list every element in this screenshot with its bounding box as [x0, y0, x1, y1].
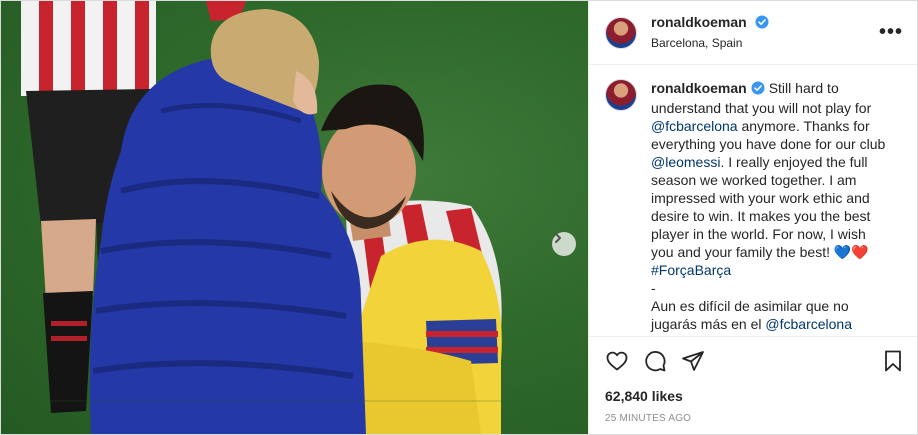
photo-illustration — [1, 1, 588, 434]
post-header: ronaldkoeman Barcelona, Spain ••• — [589, 1, 917, 65]
mention-fcbarcelona[interactable]: @fcbarcelona — [651, 118, 738, 134]
mention-fcbarcelona-2[interactable]: @fcbarcelona — [765, 316, 852, 332]
save-bookmark-icon[interactable] — [881, 349, 905, 373]
verified-badge-icon — [755, 15, 769, 34]
like-heart-icon[interactable] — [605, 349, 629, 373]
avatar[interactable] — [605, 16, 637, 49]
username-link[interactable]: ronaldkoeman — [651, 14, 747, 30]
caption-separator: - — [651, 280, 656, 296]
post-sidebar: ronaldkoeman Barcelona, Spain ••• ronald… — [588, 1, 917, 434]
blue-heart-emoji: 💙 — [833, 244, 852, 260]
instagram-post: ronaldkoeman Barcelona, Spain ••• ronald… — [0, 0, 918, 435]
more-options-icon[interactable]: ••• — [879, 21, 903, 44]
next-image-button[interactable] — [552, 232, 576, 256]
caption-text: ronaldkoeman Still hard to understand tha… — [651, 79, 891, 336]
comment-icon[interactable] — [643, 349, 667, 373]
verified-badge-icon — [751, 81, 765, 99]
share-icon[interactable] — [681, 349, 705, 373]
header-text: ronaldkoeman Barcelona, Spain — [651, 13, 879, 52]
post-photo[interactable] — [1, 1, 588, 434]
hashtag-forcabarca[interactable]: #ForçaBarça — [651, 262, 731, 278]
post-timestamp[interactable]: 25 MINUTES AGO — [589, 409, 917, 434]
action-bar — [589, 336, 917, 385]
caption-username[interactable]: ronaldkoeman — [651, 80, 747, 96]
likes-count[interactable]: 62,840 likes — [589, 385, 917, 409]
red-heart-emoji: ❤️ — [851, 244, 869, 260]
location-link[interactable]: Barcelona, Spain — [651, 34, 879, 52]
caption-section: ronaldkoeman Still hard to understand tha… — [589, 65, 917, 336]
caption-avatar[interactable] — [605, 79, 637, 111]
mention-leomessi[interactable]: @leomessi — [651, 154, 720, 170]
